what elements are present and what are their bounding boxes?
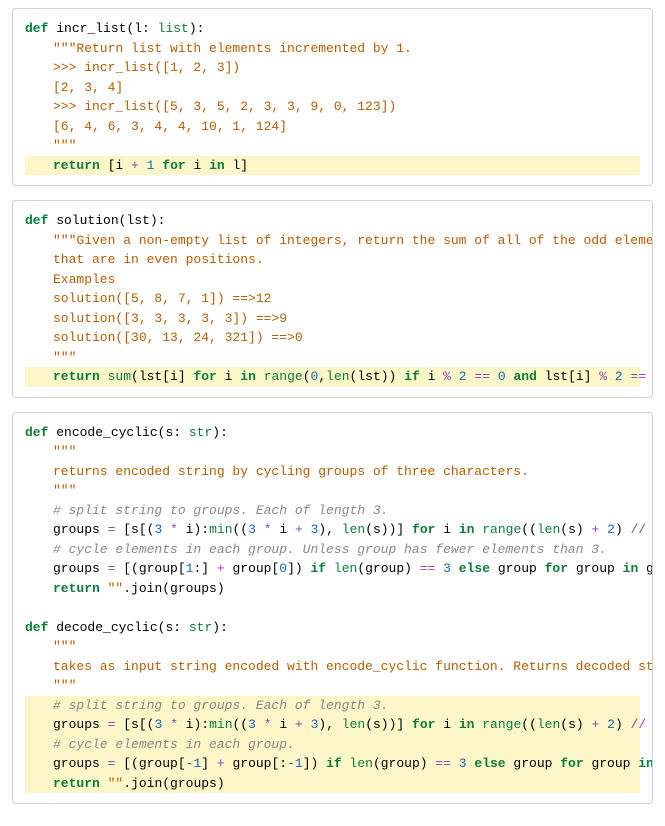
groups-assign-line: groups = [s[(3 * i):min((3 * i + 3), len… (25, 715, 640, 735)
def-line: def decode_cyclic(s: str): (25, 618, 640, 638)
docstring-line: takes as input string encoded with encod… (25, 657, 640, 677)
docstring-line: returns encoded string by cycling groups… (25, 462, 640, 482)
example-line: solution([3, 3, 3, 3, 3]) ==>9 (25, 309, 640, 329)
doctest-output: [2, 3, 4] (25, 78, 640, 98)
docstring-close: """ (25, 676, 640, 696)
return-line: return "".join(groups) (25, 579, 640, 599)
groups-assign-line: groups = [s[(3 * i):min((3 * i + 3), len… (25, 520, 640, 540)
return-line: return sum(lst[i] for i in range(0,len(l… (25, 367, 640, 387)
docstring-line: that are in even positions. (25, 250, 640, 270)
comment-line: # split string to groups. Each of length… (25, 501, 640, 521)
comment-line: # split string to groups. Each of length… (25, 696, 640, 716)
docstring-line: """Given a non-empty list of integers, r… (25, 231, 640, 251)
function-name: decode_cyclic (56, 620, 157, 635)
return-line: return "".join(groups) (25, 774, 640, 794)
groups-cycle-line: groups = [(group[-1] + group[:-1]) if le… (25, 754, 640, 774)
groups-cycle-line: groups = [(group[1:] + group[0]) if len(… (25, 559, 640, 579)
function-name: solution (56, 213, 118, 228)
def-line: def solution(lst): (25, 211, 640, 231)
function-name: encode_cyclic (56, 425, 157, 440)
docstring-close: """ (25, 136, 640, 156)
comment-line: # cycle elements in each group. (25, 735, 640, 755)
code-snippet-incr-list: def incr_list(l: list): """Return list w… (12, 8, 653, 186)
return-line: return [i + 1 for i in l] (25, 156, 640, 176)
doctest-output: [6, 4, 6, 3, 4, 4, 10, 1, 124] (25, 117, 640, 137)
docstring-line: """Return list with elements incremented… (25, 39, 640, 59)
type-annotation: list (158, 21, 189, 36)
function-name: incr_list (56, 21, 126, 36)
docstring-open: """ (25, 637, 640, 657)
examples-title: Examples (25, 270, 640, 290)
code-snippet-solution: def solution(lst): """Given a non-empty … (12, 200, 653, 398)
example-line: solution([30, 13, 24, 321]) ==>0 (25, 328, 640, 348)
code-snippet-cyclic: def encode_cyclic(s: str): """ returns e… (12, 412, 653, 805)
docstring-open: """ (25, 442, 640, 462)
doctest-line: >>> incr_list([1, 2, 3]) (25, 58, 640, 78)
doctest-line: >>> incr_list([5, 3, 5, 2, 3, 3, 9, 0, 1… (25, 97, 640, 117)
docstring-close: """ (25, 348, 640, 368)
def-line: def encode_cyclic(s: str): (25, 423, 640, 443)
comment-line: # cycle elements in each group. Unless g… (25, 540, 640, 560)
def-line: def incr_list(l: list): (25, 19, 640, 39)
example-line: solution([5, 8, 7, 1]) ==>12 (25, 289, 640, 309)
keyword-def: def (25, 21, 48, 36)
docstring-close: """ (25, 481, 640, 501)
